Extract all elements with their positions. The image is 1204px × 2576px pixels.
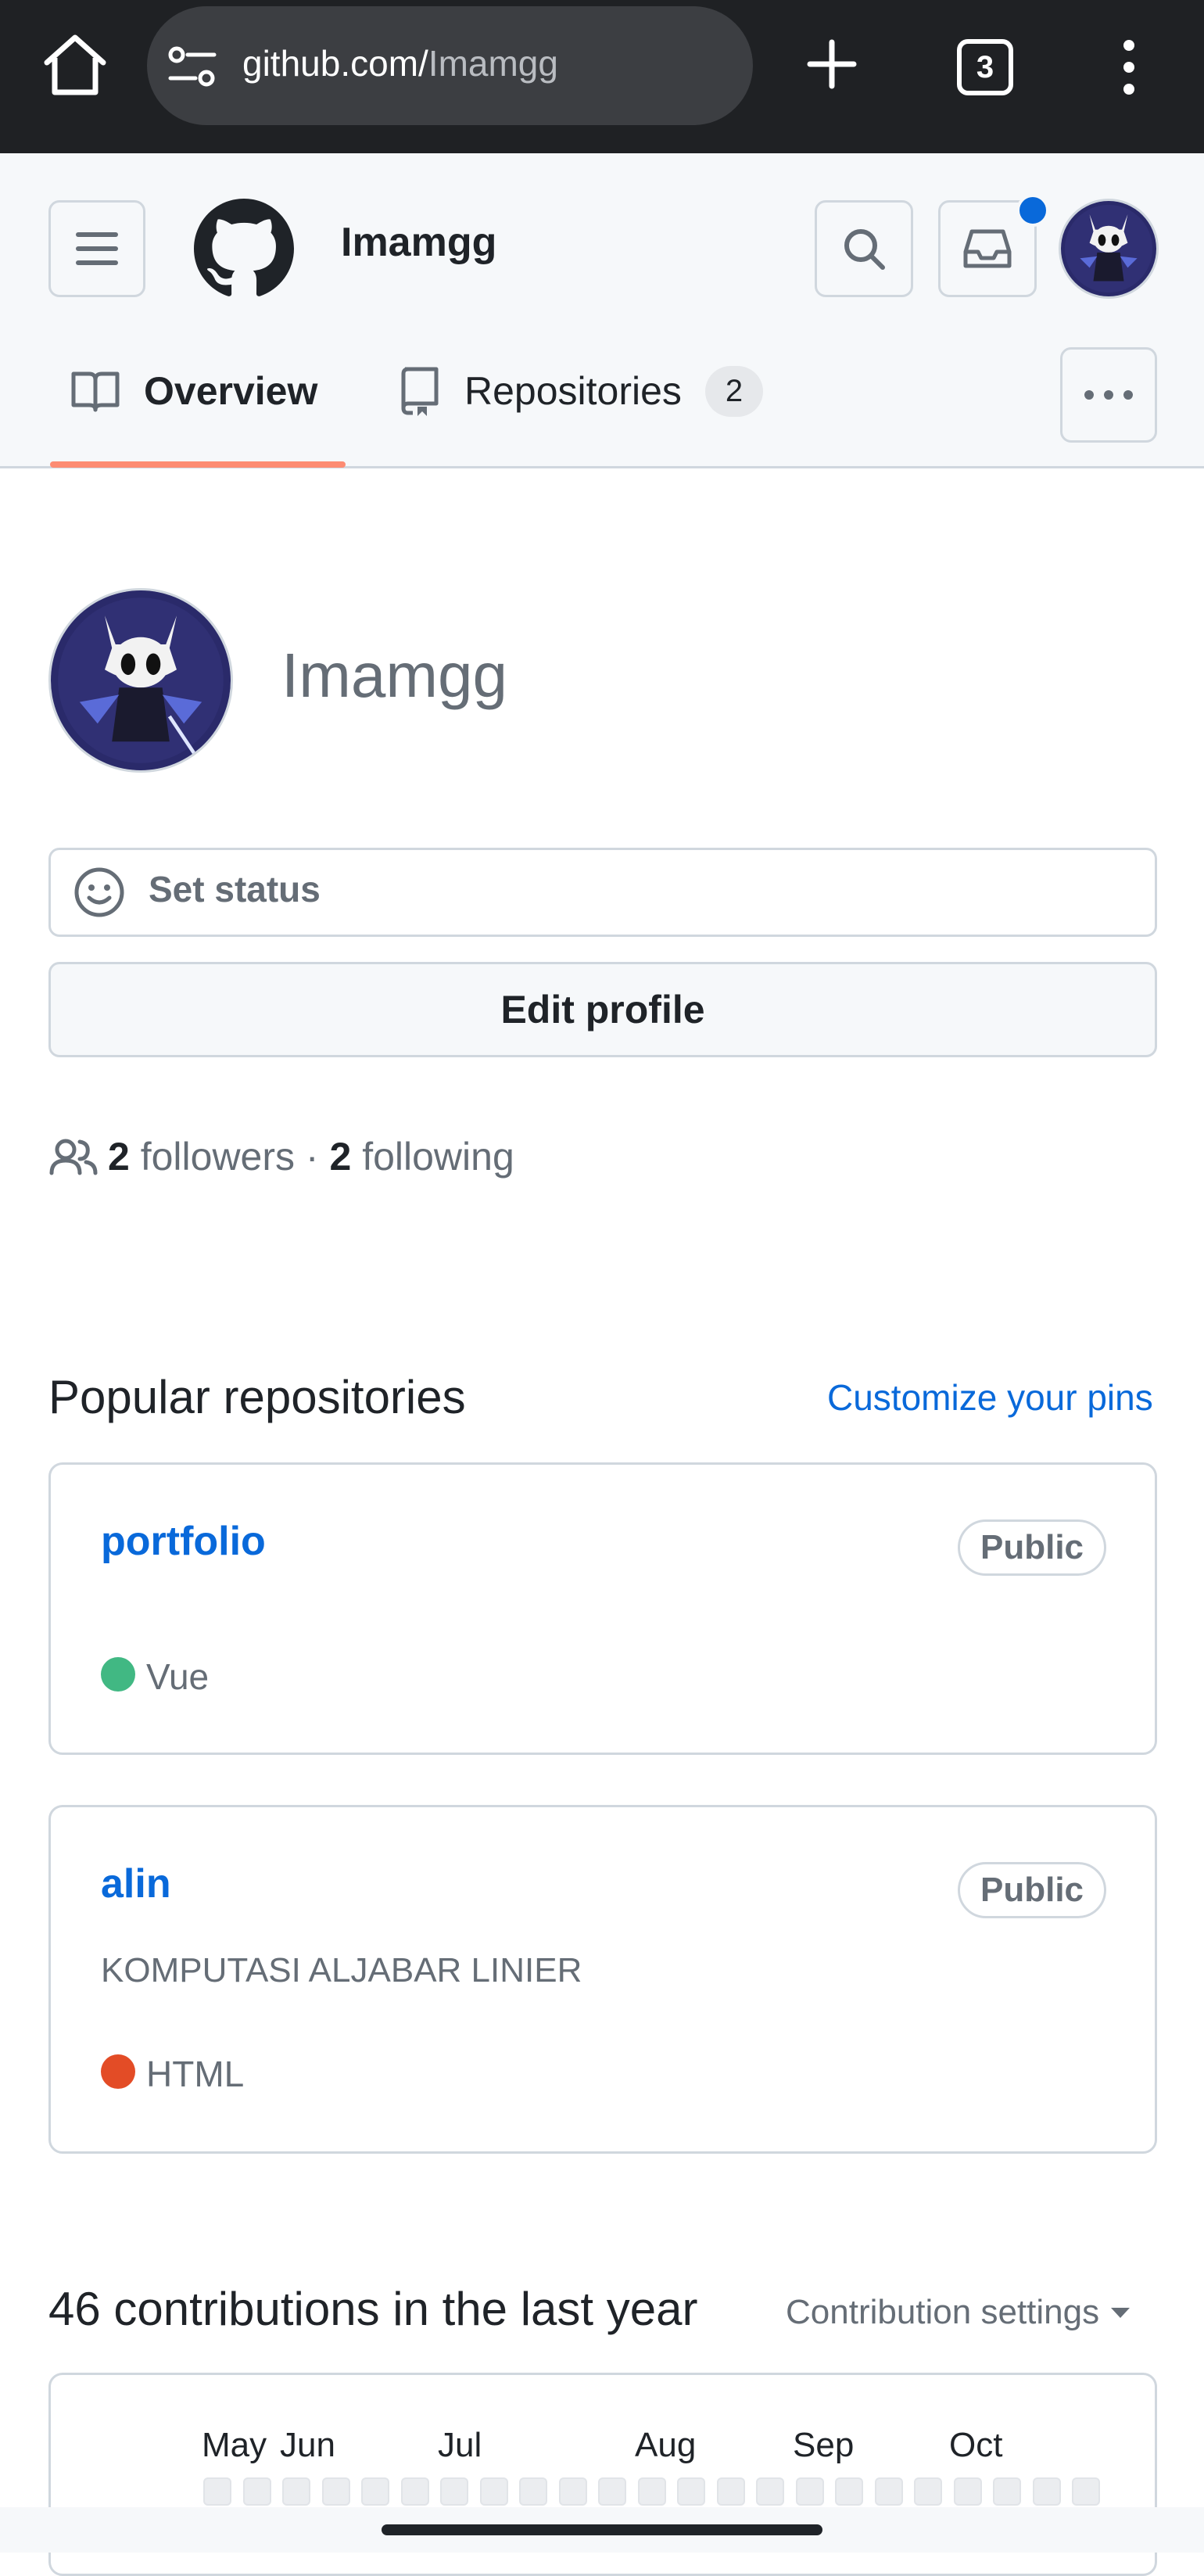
contribution-day-cell[interactable] (914, 2477, 942, 2506)
repo-icon (401, 367, 439, 416)
contribution-day-cell[interactable] (282, 2477, 310, 2506)
active-tab-indicator (50, 461, 346, 468)
month-label: Sep (793, 2426, 855, 2464)
tab-overview[interactable]: Overview (70, 344, 317, 438)
followers-label: followers (140, 1135, 296, 1179)
edit-profile-button[interactable]: Edit profile (48, 962, 1157, 1057)
contributions-title: 46 contributions in the last year (48, 2283, 698, 2335)
contribution-day-cell[interactable] (400, 2477, 429, 2506)
contribution-day-cell[interactable] (835, 2477, 863, 2506)
following-label: following (362, 1135, 514, 1179)
contribution-day-cell[interactable] (519, 2477, 547, 2506)
following-link[interactable]: 2 following (329, 1134, 514, 1179)
followers-following: 2 followers · 2 following (48, 1134, 514, 1179)
popular-repositories-title: Popular repositories (48, 1371, 466, 1423)
contribution-day-cell[interactable] (637, 2477, 666, 2506)
follow-separator: · (305, 1135, 319, 1179)
url-domain: github.com/ (242, 43, 428, 84)
contribution-day-cell[interactable] (795, 2477, 824, 2506)
header-username[interactable]: Imamgg (341, 219, 496, 266)
home-icon[interactable] (41, 31, 109, 102)
contribution-day-cell[interactable] (756, 2477, 784, 2506)
visibility-badge: Public (958, 1519, 1107, 1576)
customize-pins-link[interactable]: Customize your pins (827, 1376, 1153, 1419)
search-icon (844, 229, 885, 270)
edit-profile-label: Edit profile (500, 988, 705, 1031)
set-status-label: Set status (149, 869, 321, 909)
hamburger-icon (76, 232, 118, 265)
inbox-icon (963, 229, 1012, 268)
gesture-handle[interactable] (382, 2524, 822, 2535)
contribution-day-cell[interactable] (203, 2477, 231, 2506)
contribution-settings-dropdown[interactable]: Contribution settings (786, 2293, 1132, 2332)
browser-menu-icon[interactable] (1120, 39, 1138, 99)
repo-name-link[interactable]: portfolio (101, 1518, 266, 1565)
contribution-day-cell[interactable] (598, 2477, 626, 2506)
repo-description: KOMPUTASI ALJABAR LINIER (101, 1951, 582, 1989)
contribution-day-cell[interactable] (479, 2477, 508, 2506)
repo-card-portfolio: portfolio Public Vue (48, 1462, 1157, 1755)
tab-count: 3 (976, 49, 994, 84)
month-label: Aug (635, 2426, 697, 2464)
contribution-day-cell[interactable] (1072, 2477, 1100, 2506)
github-logo-icon[interactable] (194, 199, 294, 303)
url-path: Imamgg (428, 43, 558, 84)
contribution-day-cell[interactable] (993, 2477, 1021, 2506)
month-label: Oct (949, 2426, 1003, 2464)
followers-link[interactable]: 2 followers (108, 1134, 295, 1179)
caret-down-icon (1111, 2308, 1131, 2318)
repositories-counter: 2 (704, 365, 764, 417)
visibility-badge: Public (958, 1862, 1107, 1918)
contribution-day-cell[interactable] (953, 2477, 982, 2506)
language-color-dot (101, 1657, 135, 1692)
contribution-day-cell[interactable] (1032, 2477, 1061, 2506)
book-icon (71, 371, 120, 412)
repo-card-alin: alin Public KOMPUTASI ALJABAR LINIER HTM… (48, 1805, 1157, 2154)
tab-switcher-button[interactable]: 3 (957, 39, 1013, 95)
contribution-day-cell[interactable] (716, 2477, 745, 2506)
contribution-day-cell[interactable] (558, 2477, 587, 2506)
repo-language: HTML (146, 2054, 245, 2094)
following-count: 2 (329, 1135, 352, 1179)
contribution-day-cell[interactable] (242, 2477, 271, 2506)
people-icon (49, 1139, 98, 1175)
tab-repositories-label: Repositories (464, 369, 682, 413)
month-label: Jul (438, 2426, 482, 2464)
site-settings-icon[interactable] (167, 45, 217, 93)
language-color-dot (101, 2054, 135, 2089)
contribution-day-cell[interactable] (874, 2477, 903, 2506)
search-button[interactable] (815, 200, 913, 297)
more-tabs-button[interactable] (1060, 347, 1157, 443)
avatar-small[interactable] (1059, 199, 1159, 299)
tab-repositories[interactable]: Repositories 2 (397, 344, 764, 438)
followers-count: 2 (108, 1135, 130, 1179)
month-label: May (202, 2426, 267, 2464)
contribution-day-cell[interactable] (361, 2477, 389, 2506)
contribution-settings-label: Contribution settings (786, 2293, 1100, 2331)
contribution-day-cell[interactable] (677, 2477, 705, 2506)
contribution-day-cell[interactable] (321, 2477, 350, 2506)
new-tab-plus-icon[interactable] (805, 38, 858, 95)
smiley-icon (73, 866, 125, 922)
contribution-day-cell[interactable] (440, 2477, 468, 2506)
profile-login: Imamgg (281, 640, 507, 710)
tab-overview-label: Overview (144, 369, 318, 413)
month-label: Jun (280, 2426, 335, 2464)
repo-language: Vue (146, 1656, 210, 1697)
notification-dot (1016, 194, 1049, 227)
kebab-horizontal-icon (1084, 390, 1133, 400)
repo-name-link[interactable]: alin (101, 1860, 171, 1907)
profile-avatar[interactable] (48, 588, 233, 773)
hamburger-menu-button[interactable] (48, 200, 145, 297)
url-text[interactable]: github.com/Imamgg (242, 42, 558, 84)
